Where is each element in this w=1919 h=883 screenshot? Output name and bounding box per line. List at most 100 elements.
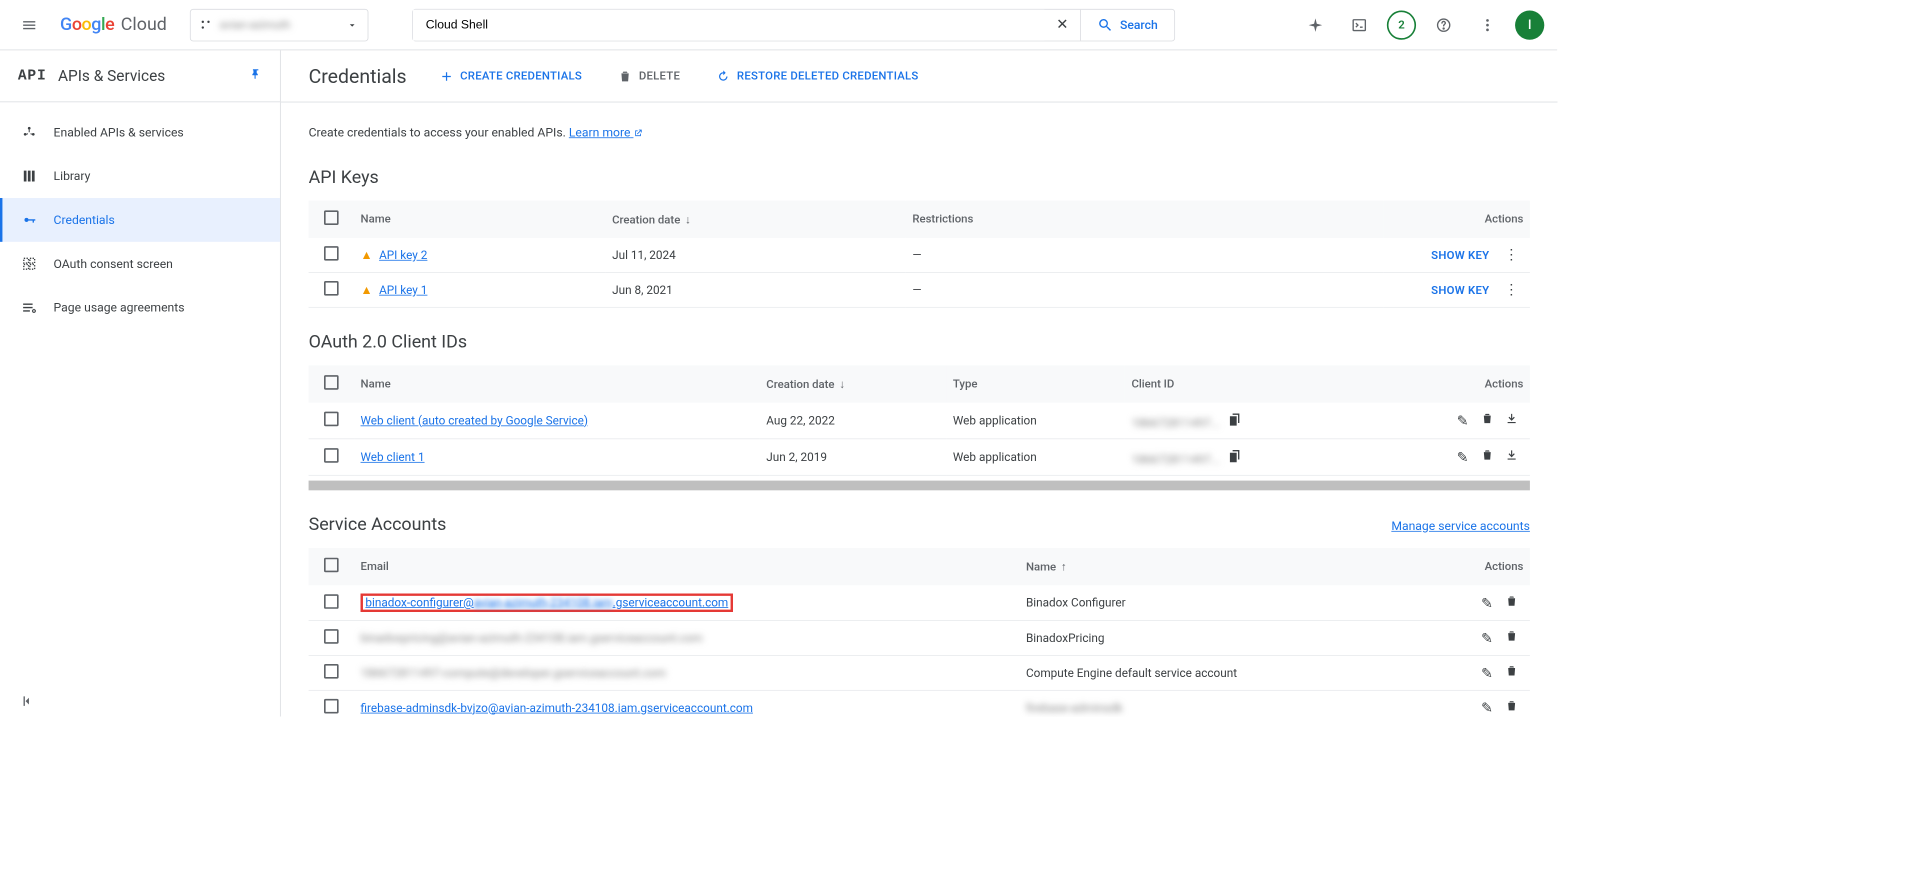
topbar: Google Cloud avian-azimuth ✕ Search 2 I [0,0,1557,50]
gemini-icon[interactable] [1299,9,1331,41]
more-icon[interactable]: ⋮ [1499,247,1523,263]
col-restrictions[interactable]: Restrictions [906,200,1384,237]
api-key-link[interactable]: API key 2 [379,248,427,262]
cloud-shell-icon[interactable] [1343,9,1375,41]
select-all-checkbox[interactable] [324,375,339,390]
service-account-link[interactable]: firebase-adminsdk-bvjzo@avian-azimuth-23… [360,701,752,715]
row-checkbox[interactable] [324,448,339,463]
sort-up-icon: ↑ [1061,560,1067,573]
learn-more-link[interactable]: Learn more [569,125,643,140]
project-selector[interactable]: avian-azimuth [190,9,369,41]
trash-icon[interactable] [1499,664,1523,678]
manage-service-accounts-link[interactable]: Manage service accounts [1391,519,1530,534]
col-type[interactable]: Type [946,365,1125,402]
sidebar-item-label: Page usage agreements [54,300,185,315]
table-row: ▲API key 1Jun 8, 2021—SHOW KEY⋮ [308,272,1529,307]
main-content: Credentials CREATE CREDENTIALS DELETE RE… [281,50,1557,716]
api-key-link[interactable]: API key 1 [379,283,427,297]
download-icon[interactable] [1499,448,1523,462]
col-created[interactable]: Creation date↓ [760,365,947,402]
sidebar-item-page-usage-agreements[interactable]: Page usage agreements [0,286,280,330]
col-name[interactable]: Name↑ [1019,548,1432,585]
help-icon[interactable] [1427,9,1459,41]
menu-icon[interactable] [13,9,45,41]
google-cloud-logo[interactable]: Google Cloud [54,15,174,35]
delete-button[interactable]: DELETE [614,62,683,90]
sidebar-title: APIs & Services [58,67,238,86]
trash-icon[interactable] [1499,594,1523,608]
search-button[interactable]: Search [1080,9,1174,40]
trash-icon[interactable] [1499,699,1523,713]
create-credentials-button[interactable]: CREATE CREDENTIALS [436,62,585,90]
collapse-sidebar-icon[interactable] [19,693,35,712]
edit-icon[interactable]: ✎ [1474,631,1498,647]
type-cell: Web application [946,439,1125,476]
edit-icon[interactable]: ✎ [1474,665,1498,681]
api-logo: API [18,68,47,84]
oauth-client-link[interactable]: Web client 1 [360,450,424,464]
edit-icon[interactable]: ✎ [1474,700,1498,716]
edit-icon[interactable]: ✎ [1474,595,1498,611]
row-checkbox[interactable] [324,664,339,679]
restore-button[interactable]: RESTORE DELETED CREDENTIALS [712,62,921,90]
row-checkbox[interactable] [324,699,339,714]
row-checkbox[interactable] [324,246,339,261]
warning-icon: ▲ [360,248,372,263]
topbar-right: 2 I [1299,9,1544,41]
table-row: 186672811497-compute@developer.gservicea… [308,655,1529,690]
nav-icon [21,299,37,315]
row-checkbox[interactable] [324,629,339,644]
col-actions: Actions [1400,365,1530,402]
api-keys-title: API Keys [308,167,1529,187]
select-all-checkbox[interactable] [324,558,339,573]
notifications-badge[interactable]: 2 [1387,10,1416,39]
col-email[interactable]: Email [354,548,1019,585]
nav-icon [21,212,37,228]
created-cell: Jun 2, 2019 [760,439,947,476]
avatar[interactable]: I [1515,10,1544,39]
sidebar-item-credentials[interactable]: Credentials [0,198,280,242]
service-accounts-title: Service Accounts [308,514,446,534]
col-created[interactable]: Creation date↓ [605,200,905,237]
name-cell: firebase-adminsdk [1019,690,1432,716]
more-icon[interactable] [1471,9,1503,41]
trash-icon[interactable] [1474,411,1498,425]
horizontal-scrollbar[interactable] [308,480,1529,490]
copy-icon[interactable] [1223,411,1247,427]
sidebar-item-enabled-apis-services[interactable]: Enabled APIs & services [0,110,280,154]
helper-text: Create credentials to access your enable… [308,125,1529,140]
show-key-button[interactable]: SHOW KEY [1431,249,1489,262]
download-icon[interactable] [1499,411,1523,425]
col-clientid[interactable]: Client ID [1125,365,1400,402]
sidebar-item-label: Library [54,169,91,184]
trash-icon[interactable] [1499,629,1523,643]
oauth-title: OAuth 2.0 Client IDs [308,332,1529,352]
sidebar-item-oauth-consent-screen[interactable]: OAuth consent screen [0,242,280,286]
row-checkbox[interactable] [324,594,339,609]
created-cell: Jun 8, 2021 [605,272,905,307]
pin-icon[interactable] [249,68,262,84]
clear-search-icon[interactable]: ✕ [1044,9,1080,40]
col-name[interactable]: Name [354,365,760,402]
copy-icon[interactable] [1223,447,1247,463]
edit-icon[interactable]: ✎ [1450,450,1474,466]
trash-icon[interactable] [1474,448,1498,462]
service-account-link[interactable]: binadox-configurer@avian-azimuth-234108.… [365,596,728,610]
col-name[interactable]: Name [354,200,606,237]
search-input[interactable] [413,9,1045,40]
table-row: Web client (auto created by Google Servi… [308,403,1529,439]
show-key-button[interactable]: SHOW KEY [1431,284,1489,297]
select-all-checkbox[interactable] [324,210,339,225]
chevron-down-icon [346,19,357,30]
nav-icon [21,256,37,272]
row-checkbox[interactable] [324,411,339,426]
sidebar-item-library[interactable]: Library [0,154,280,198]
client-id-cell: 186672811497... [1131,453,1223,467]
sidebar-item-label: Credentials [54,213,115,228]
oauth-client-link[interactable]: Web client (auto created by Google Servi… [360,413,587,427]
edit-icon[interactable]: ✎ [1450,413,1474,429]
row-checkbox[interactable] [324,281,339,296]
main-header: Credentials CREATE CREDENTIALS DELETE RE… [281,50,1557,102]
more-icon[interactable]: ⋮ [1499,282,1523,298]
table-row: ▲API key 2Jul 11, 2024—SHOW KEY⋮ [308,238,1529,272]
